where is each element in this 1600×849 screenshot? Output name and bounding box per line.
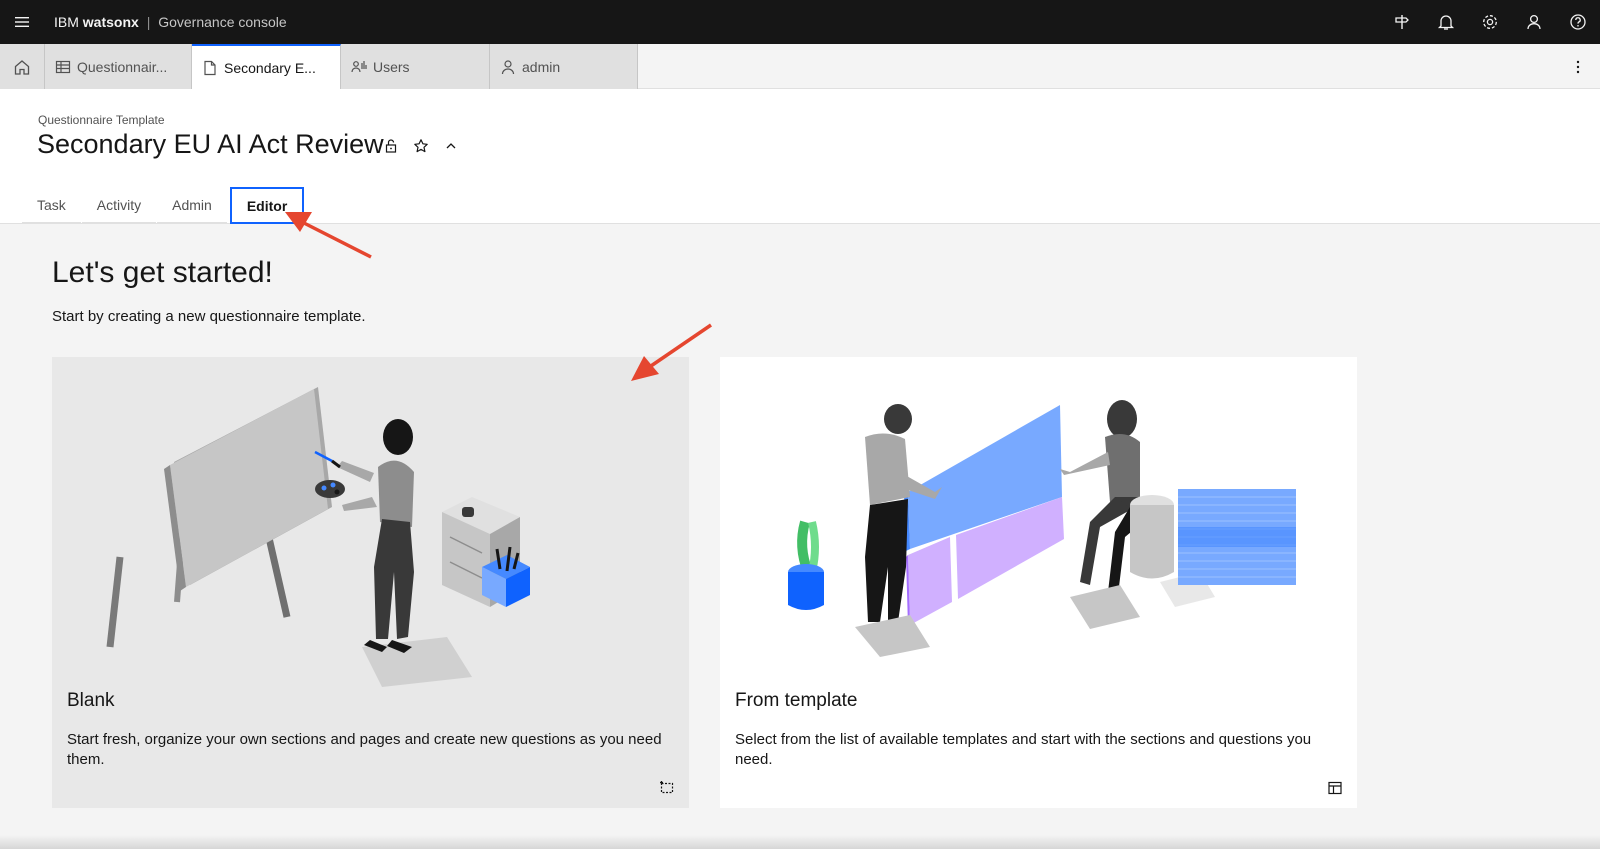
tab-admin[interactable]: Admin	[157, 187, 227, 224]
breadcrumb[interactable]: Questionnaire Template	[38, 113, 165, 127]
settings-icon[interactable]	[1468, 0, 1512, 44]
card-description: Start fresh, organize your own sections …	[67, 731, 662, 768]
user-icon[interactable]	[1512, 0, 1556, 44]
workspace-tab-label: Users	[373, 58, 410, 75]
welcome-subheading: Start by creating a new questionnaire te…	[52, 308, 366, 325]
brand-console: Governance console	[158, 14, 287, 30]
workspace-tab-questionnaire[interactable]: Questionnair...	[45, 44, 192, 89]
user-icon	[501, 59, 515, 74]
page-title: Secondary EU AI Act Review	[37, 129, 384, 159]
app-window: IBM watsonx | Governance console Questio…	[0, 0, 1600, 849]
page-header: Questionnaire Template Secondary EU AI A…	[0, 89, 1600, 224]
home-icon[interactable]	[0, 44, 45, 89]
user-group-icon	[351, 60, 367, 72]
unlock-icon[interactable]	[378, 133, 404, 159]
workspace-tab-label: Secondary E...	[224, 59, 316, 76]
notification-icon[interactable]	[1424, 0, 1468, 44]
card-description: Select from the list of available templa…	[735, 731, 1312, 768]
star-icon[interactable]	[408, 133, 434, 159]
blank-template-card[interactable]: Blank Start fresh, organize your own sec…	[52, 357, 689, 808]
tab-task[interactable]: Task	[22, 187, 81, 224]
top-actions	[1380, 0, 1600, 44]
card-title: Blank	[67, 690, 115, 711]
brand-separator: |	[146, 14, 151, 30]
card-title: From template	[735, 690, 858, 711]
workspace-tab-admin[interactable]: admin	[490, 44, 638, 89]
help-icon[interactable]	[1556, 0, 1600, 44]
table-icon	[55, 60, 71, 73]
chevron-up-icon[interactable]	[438, 133, 464, 159]
overflow-menu-icon[interactable]	[1555, 44, 1600, 89]
collaboration-illustration	[788, 400, 1296, 657]
top-bar: IBM watsonx | Governance console	[0, 0, 1600, 44]
tab-editor[interactable]: Editor	[229, 187, 305, 224]
workspace-tab-users[interactable]: Users	[341, 44, 490, 89]
tab-activity[interactable]: Activity	[81, 187, 157, 224]
menu-icon[interactable]	[0, 0, 44, 44]
page-tabs: Task Activity Admin Editor	[22, 187, 305, 224]
brand-product: watsonx	[82, 14, 139, 30]
workspace-tab-secondary[interactable]: Secondary E...	[192, 44, 341, 89]
product-name[interactable]: IBM watsonx | Governance console	[54, 14, 287, 30]
document-icon	[204, 60, 216, 75]
title-actions	[378, 133, 464, 159]
workspace-tab-label: admin	[522, 58, 561, 75]
welcome-heading: Let's get started!	[52, 256, 273, 289]
select-area-icon	[659, 780, 675, 796]
signpost-icon[interactable]	[1380, 0, 1424, 44]
painter-illustration	[106, 387, 530, 687]
template-icon	[1327, 780, 1343, 796]
brand-ibm: IBM	[54, 14, 79, 30]
workspace-tab-label: Questionnair...	[77, 58, 168, 75]
from-template-card[interactable]: From template Select from the list of av…	[720, 357, 1357, 808]
editor-content: Let's get started! Start by creating a n…	[0, 224, 1600, 849]
bottom-edge	[0, 835, 1600, 849]
workspace-tab-strip: Questionnair... Secondary E... Users adm…	[0, 44, 1600, 89]
